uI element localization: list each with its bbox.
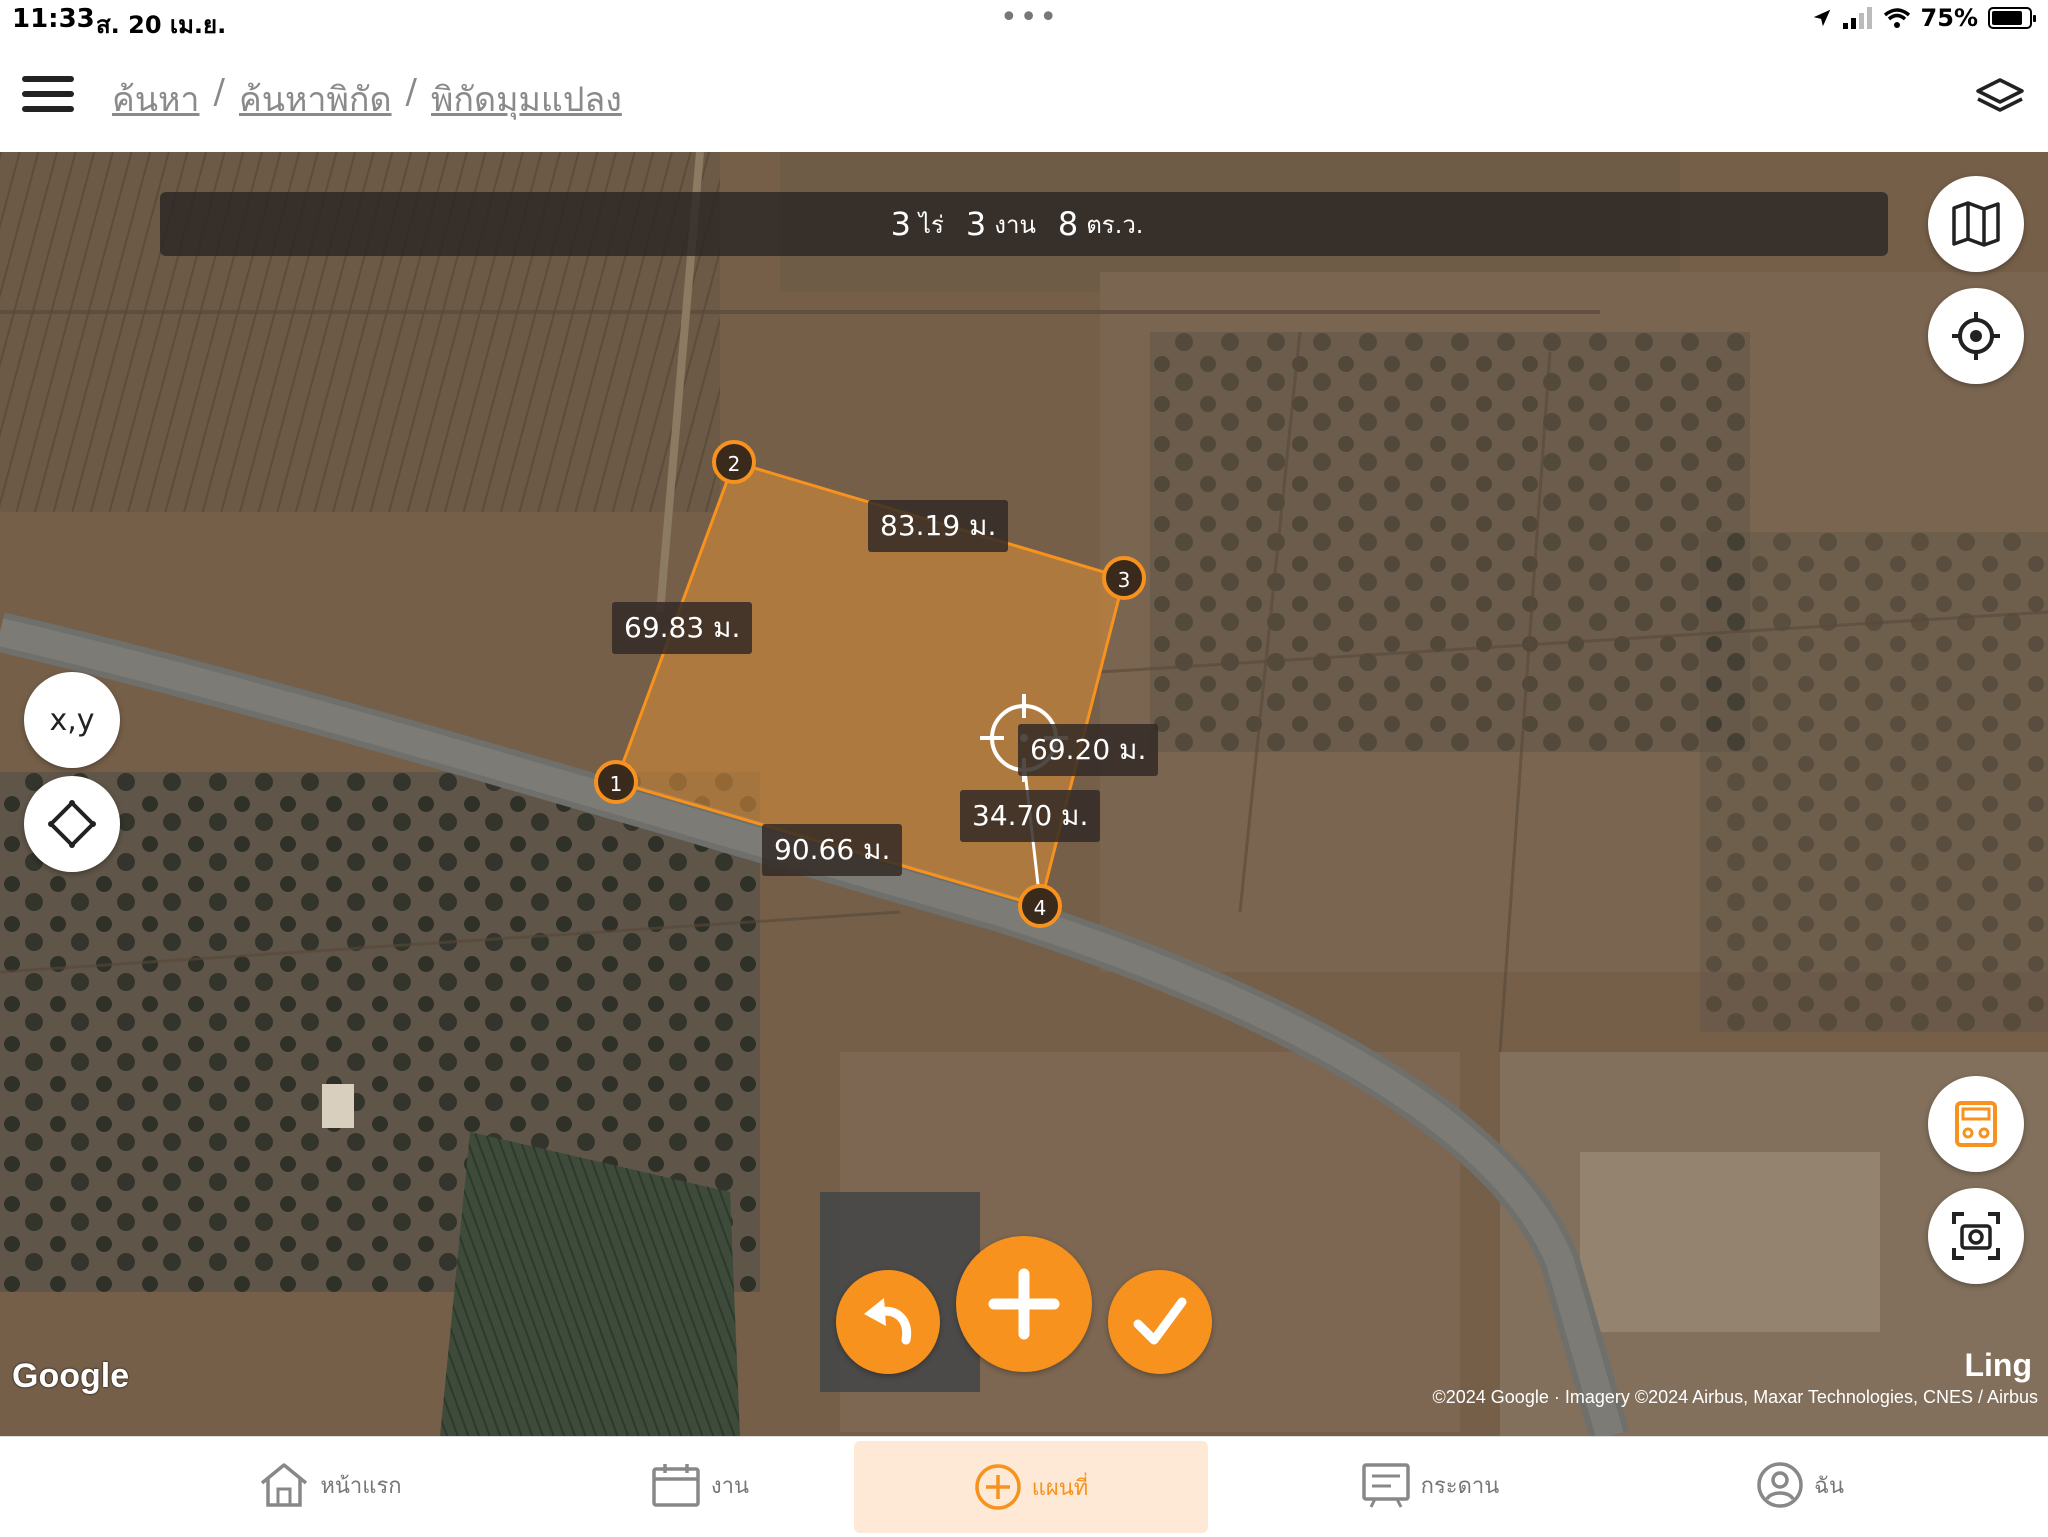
vertex-label: 2 xyxy=(728,452,741,476)
map-type-button[interactable] xyxy=(1928,176,2024,272)
xy-label: x,y xyxy=(49,702,95,738)
undo-icon xyxy=(864,1298,912,1345)
camera-capture-icon xyxy=(1952,1212,2000,1260)
battery-icon xyxy=(1988,7,2036,29)
wifi-icon xyxy=(1883,8,1910,28)
breadcrumb: ค้นหา / ค้นหาพิกัด / พิกัดมุมแปลง xyxy=(112,72,622,126)
tab-label: แผนที่ xyxy=(1031,1475,1089,1501)
breadcrumb-coordinate-search[interactable]: ค้นหาพิกัด xyxy=(239,72,392,126)
plot-vertex-4[interactable]: 4 xyxy=(1018,884,1062,928)
breadcrumb-corner-coordinates[interactable]: พิกัดมุมแปลง xyxy=(431,72,622,126)
screenshot-button[interactable] xyxy=(1928,1188,2024,1284)
menu-icon[interactable] xyxy=(22,76,74,116)
google-logo: Google xyxy=(12,1357,130,1395)
xy-coordinate-button[interactable]: x,y xyxy=(24,672,120,768)
edge-length-label: 34.70 ม. xyxy=(960,790,1101,842)
status-bar: 11:33 ส. 20 เม.ย. ••• 75% xyxy=(0,0,2048,40)
tab-me[interactable]: ฉัน xyxy=(1670,1437,1930,1533)
home-icon xyxy=(261,1463,308,1507)
edge-length-label: 69.20 ม. xyxy=(1018,724,1159,776)
edge-length-label: 83.19 ม. xyxy=(868,500,1009,552)
breadcrumb-separator: / xyxy=(405,72,418,112)
edit-shape-button[interactable] xyxy=(24,776,120,872)
area-ngan-value: 3 xyxy=(965,205,987,243)
plus-icon xyxy=(988,1268,1060,1340)
board-icon xyxy=(1361,1463,1410,1508)
add-point-button[interactable] xyxy=(956,1236,1092,1372)
status-time: 11:33 xyxy=(12,4,95,34)
map-copyright[interactable]: ©2024 Google · Imagery ©2024 Airbus, Max… xyxy=(1432,1387,2038,1408)
vertex-label: 4 xyxy=(1034,896,1047,920)
confirm-button[interactable] xyxy=(1108,1270,1212,1374)
cellular-signal-icon xyxy=(1842,7,1872,29)
diamond-icon xyxy=(48,800,96,848)
plot-vertex-3[interactable]: 3 xyxy=(1102,556,1146,600)
tab-label: หน้าแรก xyxy=(320,1473,402,1499)
area-wa-value: 8 xyxy=(1057,205,1079,243)
plot-vertex-2[interactable]: 2 xyxy=(712,440,756,484)
breadcrumb-search[interactable]: ค้นหา xyxy=(112,72,200,126)
area-ngan-unit: งาน xyxy=(994,210,1036,239)
target-location-icon xyxy=(1952,312,2000,360)
vertex-label: 1 xyxy=(610,772,623,796)
area-wa-unit: ตร.ว. xyxy=(1086,210,1144,239)
checkmark-icon xyxy=(1133,1297,1187,1345)
plot-vertex-1[interactable]: 1 xyxy=(594,760,638,804)
status-icons: 75% xyxy=(1811,4,2036,32)
map-icon xyxy=(1952,201,2000,247)
vertex-label: 3 xyxy=(1118,568,1131,592)
ling-brand: Ling xyxy=(1964,1347,2032,1383)
tab-home[interactable]: หน้าแรก xyxy=(200,1437,460,1533)
battery-percent: 75% xyxy=(1920,4,1978,32)
layers-icon[interactable] xyxy=(1974,74,2026,122)
tab-label: กระดาน xyxy=(1420,1473,1500,1499)
plus-circle-icon xyxy=(974,1464,1021,1510)
tab-board[interactable]: กระดาน xyxy=(1300,1437,1560,1533)
satellite-map[interactable]: 1 2 3 4 3 ไร่ 3 งาน 8 ตร.ว. 83.19 ม. 69.… xyxy=(0,152,2048,1436)
calculator-button[interactable] xyxy=(1928,1076,2024,1172)
app-header: ค้นหา / ค้นหาพิกัด / พิกัดมุมแปลง xyxy=(0,40,2048,152)
tab-jobs[interactable]: งาน xyxy=(570,1437,830,1533)
tab-label: ฉัน xyxy=(1813,1473,1845,1499)
multitask-dots-icon[interactable]: ••• xyxy=(1000,0,1059,35)
area-rai-unit: ไร่ xyxy=(918,210,944,239)
status-date: ส. 20 เม.ย. xyxy=(96,11,227,39)
bottom-tab-bar: หน้าแรก งาน แผนที่ กระดาน ฉัน xyxy=(0,1436,2048,1537)
edge-length-label: 69.83 ม. xyxy=(612,602,753,654)
my-location-button[interactable] xyxy=(1928,288,2024,384)
user-icon xyxy=(1757,1462,1803,1508)
area-summary: 3 ไร่ 3 งาน 8 ตร.ว. xyxy=(160,192,1888,256)
calendar-icon xyxy=(652,1464,700,1507)
location-arrow-icon xyxy=(1813,9,1830,27)
area-rai-value: 3 xyxy=(890,205,911,243)
tab-map[interactable]: แผนที่ xyxy=(854,1441,1208,1533)
breadcrumb-separator: / xyxy=(213,72,225,112)
undo-button[interactable] xyxy=(836,1270,940,1374)
calculator-icon xyxy=(1955,1101,1997,1147)
tab-label: งาน xyxy=(710,1473,750,1499)
edge-length-label: 90.66 ม. xyxy=(762,824,903,876)
